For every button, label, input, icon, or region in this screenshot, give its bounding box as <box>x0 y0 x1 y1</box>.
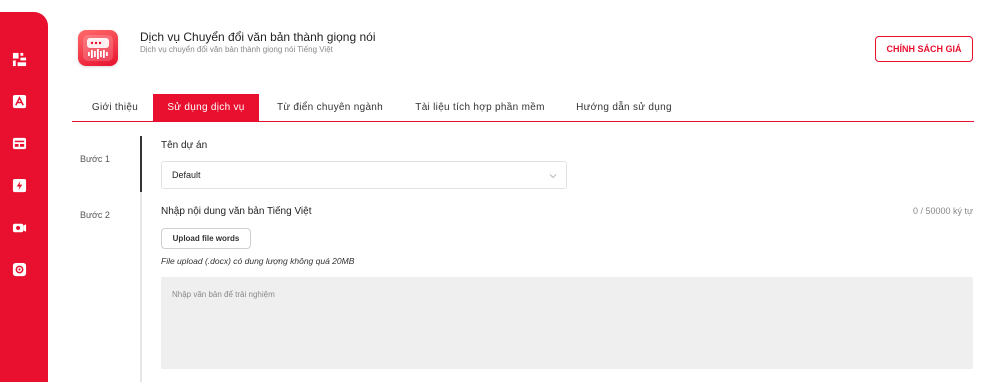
page-title: Dịch vụ Chuyển đổi văn bản thành giọng n… <box>140 30 376 44</box>
tab-dictionary[interactable]: Từ điển chuyên ngành <box>268 94 392 121</box>
settings-icon[interactable] <box>12 262 27 277</box>
app-logo <box>78 30 118 66</box>
project-name-title: Tên dự án <box>161 140 208 151</box>
step-1-label: Bước 1 <box>80 154 110 164</box>
char-counter: 0 / 50000 ký tự <box>912 206 973 216</box>
page-subtitle: Dịch vụ chuyển đổi văn bản thành giọng n… <box>140 45 333 54</box>
camera-icon[interactable] <box>12 220 27 235</box>
chevron-down-icon <box>548 171 558 181</box>
tab-user-guide[interactable]: Hướng dẫn sử dụng <box>564 94 684 121</box>
text-input-area[interactable] <box>161 277 973 369</box>
text-icon[interactable] <box>12 94 27 109</box>
lightning-icon[interactable] <box>12 178 27 193</box>
pricing-policy-button[interactable]: CHÍNH SÁCH GIÁ <box>875 36 973 62</box>
tab-integration-docs[interactable]: Tài liệu tích hợp phần mềm <box>400 94 560 121</box>
card-icon[interactable] <box>12 136 27 151</box>
tab-introduction[interactable]: Giới thiệu <box>78 94 152 121</box>
tab-use-service[interactable]: Sử dụng dịch vụ <box>153 94 259 121</box>
sidebar <box>0 12 48 382</box>
step-2-label: Bước 2 <box>80 210 110 220</box>
project-select-value: Default <box>172 170 201 180</box>
text-input-title: Nhập nội dung văn bản Tiếng Việt <box>161 206 312 217</box>
text-input-placeholder: Nhập văn bản để trải nghiệm <box>172 290 275 299</box>
tab-bar: Giới thiệu Sử dụng dịch vụ Từ điển chuyê… <box>72 94 974 122</box>
step-rail-active <box>140 136 142 192</box>
upload-note: File upload (.docx) có dung lượng không … <box>161 256 355 266</box>
dashboard-icon[interactable] <box>12 52 27 67</box>
upload-file-button[interactable]: Upload file words <box>161 228 251 249</box>
project-select[interactable]: Default <box>161 161 567 189</box>
